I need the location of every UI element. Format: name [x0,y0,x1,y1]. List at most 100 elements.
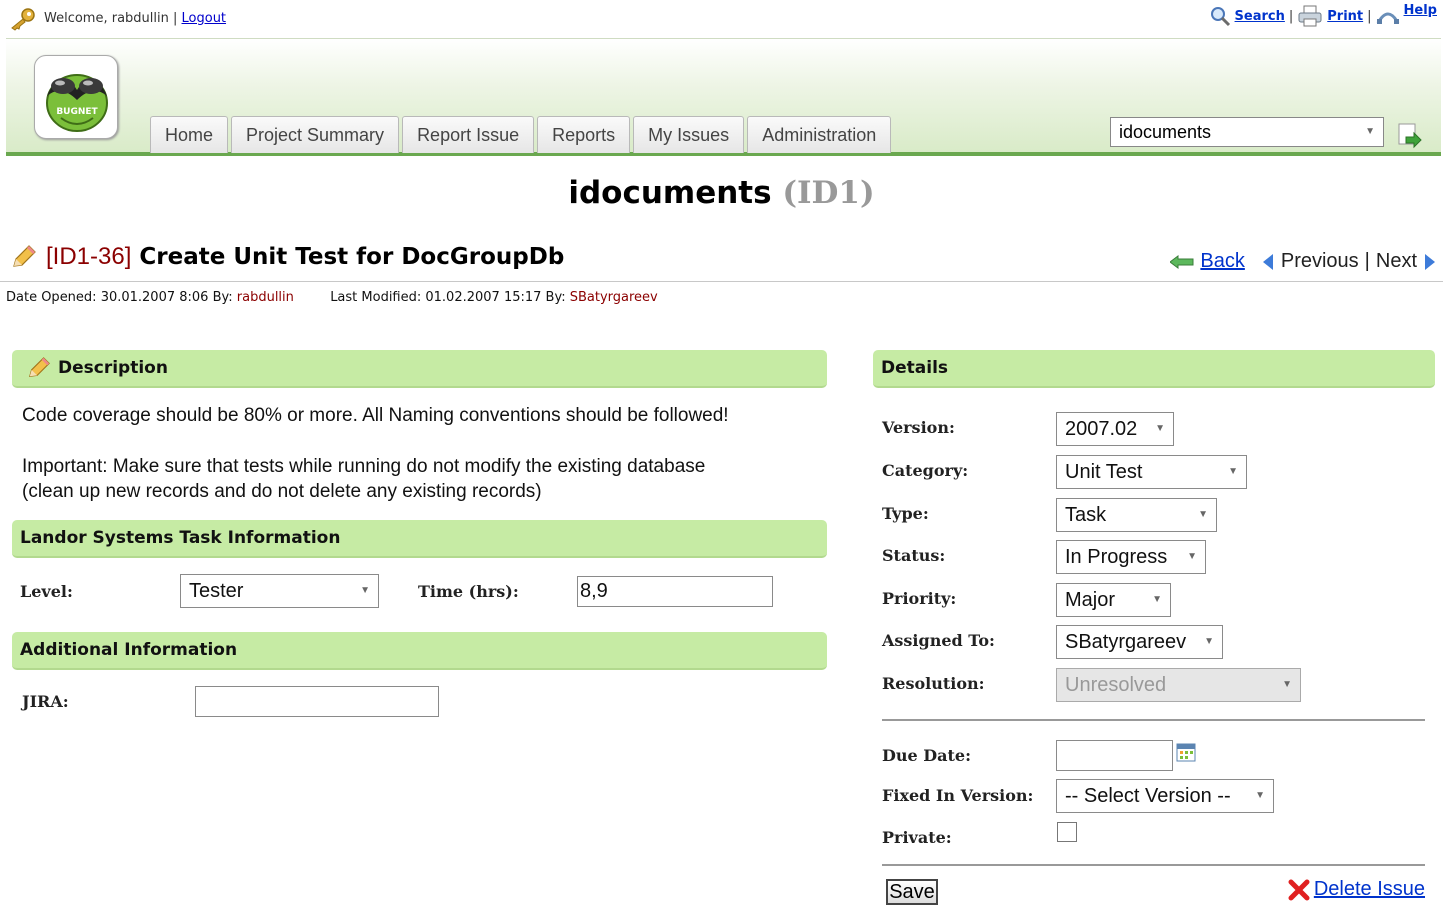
tab-project-summary[interactable]: Project Summary [231,116,400,153]
status-value: In Progress [1065,546,1168,568]
description-line-3: (clean up new records and do not delete … [22,481,542,502]
due-date-label: Due Date: [882,746,971,765]
details-title: Details [881,358,949,378]
resolution-value: Unresolved [1065,674,1167,696]
tab-my-issues[interactable]: My Issues [633,116,745,153]
previous-arrow-icon[interactable] [1261,253,1275,271]
previous-link[interactable]: Previous [1281,250,1359,273]
status-select[interactable]: In Progress ▼ [1056,540,1206,574]
resolution-select: Unresolved ▼ [1056,668,1301,702]
description-line-2: Important: Make sure that tests while ru… [22,456,706,477]
print-link[interactable]: Print [1327,9,1363,24]
time-hours-input[interactable]: 8,9 [577,576,773,607]
opened-by-user[interactable]: rabdullin [237,290,294,305]
help-link[interactable]: Help [1404,3,1437,18]
pencil-icon [13,245,36,267]
project-code: (ID1) [782,175,875,211]
bugnet-logo-icon: BUGNET [46,74,108,132]
bugnet-logo[interactable]: BUGNET [34,55,118,139]
issue-title: Create Unit Test for DocGroupDb [139,244,565,270]
jira-input[interactable] [195,686,439,717]
details-divider [882,719,1425,721]
priority-select[interactable]: Major ▼ [1056,583,1171,617]
resolution-label: Resolution: [882,674,985,693]
type-select[interactable]: Task ▼ [1056,498,1217,532]
type-value: Task [1065,504,1107,526]
level-label: Level: [20,582,73,601]
tab-report-issue[interactable]: Report Issue [402,116,535,153]
issue-meta: Date Opened: 30.01.2007 8:06 By: rabdull… [6,290,658,305]
go-arrow-icon[interactable] [1398,123,1422,149]
project-select[interactable]: idocuments ▼ [1110,117,1384,147]
project-select-value: idocuments [1119,122,1212,142]
delete-issue-link[interactable]: Delete Issue [1314,878,1425,901]
save-button[interactable]: Save [886,879,938,905]
status-label: Status: [882,546,946,565]
svg-text:BUGNET: BUGNET [56,107,98,117]
jira-label: JIRA: [22,692,69,711]
level-value: Tester [189,580,244,602]
welcome-text: Welcome, rabdullin | Logout [44,11,226,26]
private-checkbox[interactable] [1057,822,1077,842]
separator: | [1288,8,1294,24]
logout-link[interactable]: Logout [182,11,227,26]
priority-value: Major [1065,589,1116,611]
time-label: Time (hrs): [418,582,519,601]
chevron-down-icon: ▼ [1198,509,1208,520]
fixed-version-label: Fixed In Version: [882,786,1034,805]
assigned-to-select[interactable]: SBatyrgareev ▼ [1056,625,1223,659]
due-date-input[interactable] [1056,740,1173,771]
fixed-version-select[interactable]: -- Select Version -- ▼ [1056,779,1274,813]
description-title: Description [58,358,168,378]
assigned-label: Assigned To: [882,631,995,650]
description-header: Description [12,350,827,388]
issue-id: [ID1-36] [46,243,132,270]
search-icon [1210,7,1230,27]
chevron-down-icon: ▼ [360,585,370,596]
type-label: Type: [882,504,929,523]
separator: | [1367,8,1372,24]
tab-reports[interactable]: Reports [537,116,631,153]
pencil-icon [29,357,50,377]
version-select[interactable]: 2007.02 ▼ [1056,412,1174,446]
back-link[interactable]: Back [1200,250,1244,273]
category-value: Unit Test [1065,461,1143,483]
chevron-down-icon: ▼ [1204,636,1214,647]
key-icon [11,8,35,31]
issue-navigation: Back Previous | Next [1170,250,1437,273]
top-links: Search | Print | Help [1209,3,1437,28]
chevron-down-icon: ▼ [1228,466,1238,477]
version-label: Version: [882,418,955,437]
main-nav-tabs: Home Project Summary Report Issue Report… [150,116,892,153]
priority-label: Priority: [882,589,957,608]
welcome-label: Welcome, rabdullin | [44,11,178,26]
calendar-icon[interactable] [1176,742,1196,762]
printer-icon [1298,5,1322,27]
category-select[interactable]: Unit Test ▼ [1056,455,1247,489]
title-divider [0,281,1443,282]
tab-administration[interactable]: Administration [747,116,892,153]
chevron-down-icon: ▼ [1155,423,1165,434]
task-info-header: Landor Systems Task Information [12,520,827,558]
chevron-down-icon: ▼ [1255,790,1265,801]
issue-title-row: [ID1-36] Create Unit Test for DocGroupDb [10,243,564,271]
version-value: 2007.02 [1065,418,1138,440]
next-link[interactable]: Next [1376,250,1417,273]
assigned-value: SBatyrgareev [1065,631,1187,653]
search-link[interactable]: Search [1235,9,1285,24]
private-label: Private: [882,828,952,847]
next-arrow-icon[interactable] [1423,253,1437,271]
last-modified: Last Modified: 01.02.2007 15:17 By: [330,290,566,305]
description-line-1: Code coverage should be 80% or more. All… [22,405,729,426]
page-title: idocuments (ID1) [0,175,1443,211]
additional-info-title: Additional Information [20,640,238,660]
date-opened: Date Opened: 30.01.2007 8:06 By: [6,290,233,305]
level-select[interactable]: Tester ▼ [180,574,379,608]
actions-divider [882,864,1425,866]
modified-by-user[interactable]: SBatyrgareev [570,290,658,305]
help-icon [1376,12,1399,24]
tab-home[interactable]: Home [150,116,229,153]
chevron-down-icon: ▼ [1282,679,1292,690]
chevron-down-icon: ▼ [1187,551,1197,562]
project-name: idocuments [568,175,772,211]
